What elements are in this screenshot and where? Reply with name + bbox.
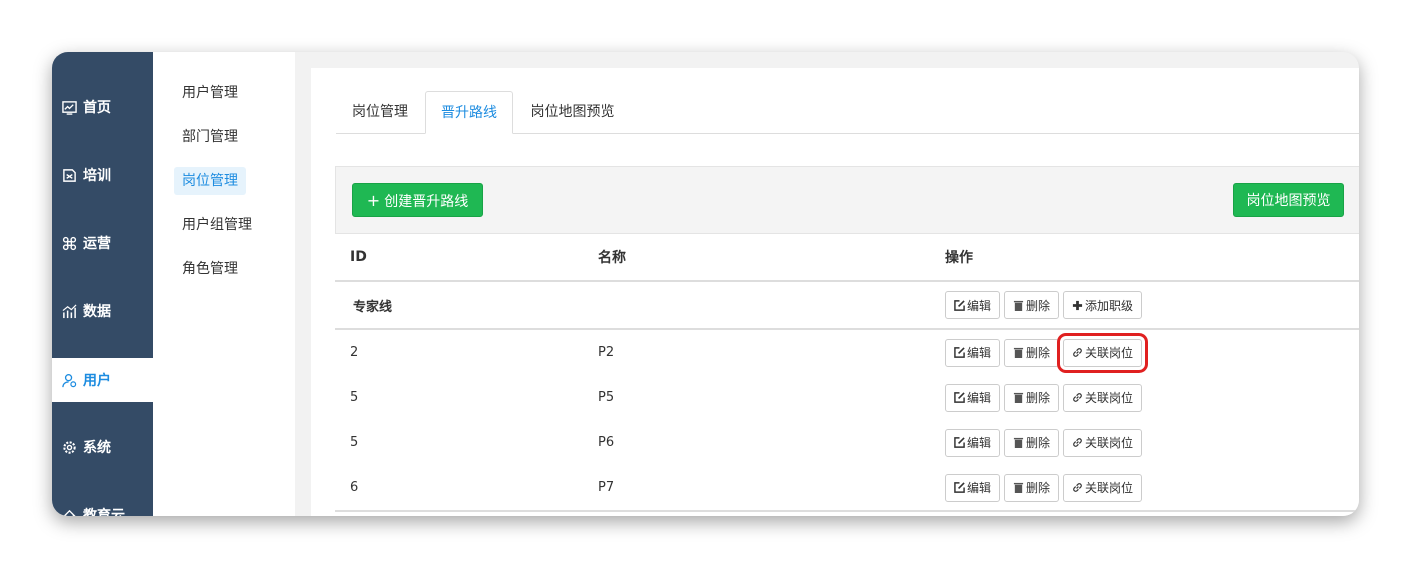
cell-name: P7 xyxy=(598,465,945,512)
cell-name: P5 xyxy=(598,390,615,405)
add-level-button[interactable]: 添加职级 xyxy=(1063,291,1143,319)
nav-item-label: 培训 xyxy=(83,168,111,184)
edit-button[interactable]: 编辑 xyxy=(945,428,1001,457)
link-icon xyxy=(1073,348,1082,357)
subnav-item-user-management[interactable]: 用户管理 xyxy=(174,79,246,107)
nav-item-edu-cloud[interactable]: 教育云 xyxy=(52,493,153,516)
nav-item-label: 教育云 xyxy=(83,508,125,516)
subnav-item-role-management[interactable]: 角色管理 xyxy=(174,255,246,283)
edit-icon xyxy=(954,392,965,403)
cell-id: 5 xyxy=(350,390,359,405)
link-position-button[interactable]: 关联岗位 xyxy=(1063,383,1143,412)
delete-button[interactable]: 删除 xyxy=(1004,383,1060,412)
cell-name: P6 xyxy=(598,435,615,450)
delete-button[interactable]: 删除 xyxy=(1004,473,1060,502)
nav-item-label: 运营 xyxy=(83,236,111,252)
link-icon xyxy=(1073,438,1082,447)
main-panel: 岗位管理 晋升路线 岗位地图预览 + 创建晋升路线 岗位地图预览 ID 名称 操作… xyxy=(311,68,1359,516)
table-row: 5 P6 编辑 删除 关联岗位 xyxy=(335,420,1359,465)
promotion-path-table: ID 名称 操作 专家线 编辑 删除 添加职级 2 P2 编辑 删除 关联岗位 … xyxy=(335,234,1359,512)
toolbar: + 创建晋升路线 岗位地图预览 xyxy=(335,166,1359,234)
edit-icon xyxy=(954,299,965,311)
delete-button[interactable]: 删除 xyxy=(1004,338,1060,367)
trash-icon xyxy=(1013,392,1024,403)
column-header-actions: 操作 xyxy=(945,234,1359,282)
table-row: 6 P7 编辑 删除 关联岗位 xyxy=(335,465,1359,512)
nav-item-label: 用户 xyxy=(83,373,111,389)
plus-icon xyxy=(1072,300,1083,310)
nav-item-operations[interactable]: 运营 xyxy=(52,221,153,265)
cloud-icon xyxy=(63,509,76,516)
edit-icon xyxy=(954,437,965,448)
nav-item-label: 数据 xyxy=(83,304,111,320)
subnav-item-user-group-management[interactable]: 用户组管理 xyxy=(174,211,260,239)
link-icon xyxy=(1073,393,1082,402)
trash-icon xyxy=(1013,347,1024,358)
link-position-button[interactable]: 关联岗位 xyxy=(1063,473,1143,502)
cell-id: 5 xyxy=(350,435,359,450)
delete-button[interactable]: 删除 xyxy=(1004,291,1060,319)
cell-id: 2 xyxy=(350,345,359,360)
app-window: 首页 培训 运营 数据 用户 系统 教育云 用户管理 部门管理 岗位管理 用户组… xyxy=(52,52,1359,516)
nav-item-users[interactable]: 用户 xyxy=(52,358,153,402)
position-map-preview-button[interactable]: 岗位地图预览 xyxy=(1233,183,1344,217)
cell-id: 6 xyxy=(335,465,598,512)
bar-chart-icon xyxy=(62,304,77,318)
table-row: 2 P2 编辑 删除 关联岗位 xyxy=(335,329,1359,375)
create-path-button[interactable]: + 创建晋升路线 xyxy=(352,183,483,217)
trash-icon xyxy=(1013,437,1024,448)
group-row: 专家线 编辑 删除 添加职级 xyxy=(335,281,1359,330)
nav-item-training[interactable]: 培训 xyxy=(52,153,153,197)
delete-button[interactable]: 删除 xyxy=(1004,428,1060,457)
nav-item-system[interactable]: 系统 xyxy=(52,425,153,469)
subnav-item-position-management[interactable]: 岗位管理 xyxy=(174,167,246,195)
tab-position-map-preview[interactable]: 岗位地图预览 xyxy=(520,91,625,133)
book-icon xyxy=(63,168,76,182)
cell-name: P2 xyxy=(598,345,615,360)
edit-button[interactable]: 编辑 xyxy=(945,291,1001,319)
group-name: 专家线 xyxy=(335,281,598,330)
nav-item-home[interactable]: 首页 xyxy=(52,85,153,129)
subnav-item-department-management[interactable]: 部门管理 xyxy=(174,123,246,151)
edit-button[interactable]: 编辑 xyxy=(945,338,1001,367)
edit-icon xyxy=(954,482,965,493)
edit-button[interactable]: 编辑 xyxy=(945,473,1001,502)
nav-item-label: 首页 xyxy=(83,100,111,116)
table-row: 5 P5 编辑 删除 关联岗位 xyxy=(335,375,1359,420)
nav-item-data[interactable]: 数据 xyxy=(52,289,153,333)
tab-promotion-path[interactable]: 晋升路线 xyxy=(425,91,513,134)
chart-icon xyxy=(62,100,77,115)
edit-button[interactable]: 编辑 xyxy=(945,383,1001,412)
plus-icon: + xyxy=(366,191,381,210)
command-icon xyxy=(62,236,77,250)
trash-icon xyxy=(1013,300,1024,311)
sub-sidebar: 用户管理 部门管理 岗位管理 用户组管理 角色管理 xyxy=(153,52,295,516)
tab-position-management[interactable]: 岗位管理 xyxy=(336,91,424,133)
table-header-row: ID 名称 操作 xyxy=(335,234,1359,282)
main-sidebar: 首页 培训 运营 数据 用户 系统 教育云 xyxy=(52,52,153,516)
user-icon xyxy=(62,373,77,387)
column-header-id: ID xyxy=(335,234,598,282)
column-header-name: 名称 xyxy=(598,234,945,282)
tab-bar: 岗位管理 晋升路线 岗位地图预览 xyxy=(336,91,1359,134)
trash-icon xyxy=(1013,482,1024,493)
link-icon xyxy=(1073,483,1082,492)
link-position-button[interactable]: 关联岗位 xyxy=(1057,332,1149,373)
nav-item-label: 系统 xyxy=(83,440,111,456)
gear-icon xyxy=(63,440,76,454)
edit-icon xyxy=(954,347,965,358)
link-position-button[interactable]: 关联岗位 xyxy=(1063,428,1143,457)
